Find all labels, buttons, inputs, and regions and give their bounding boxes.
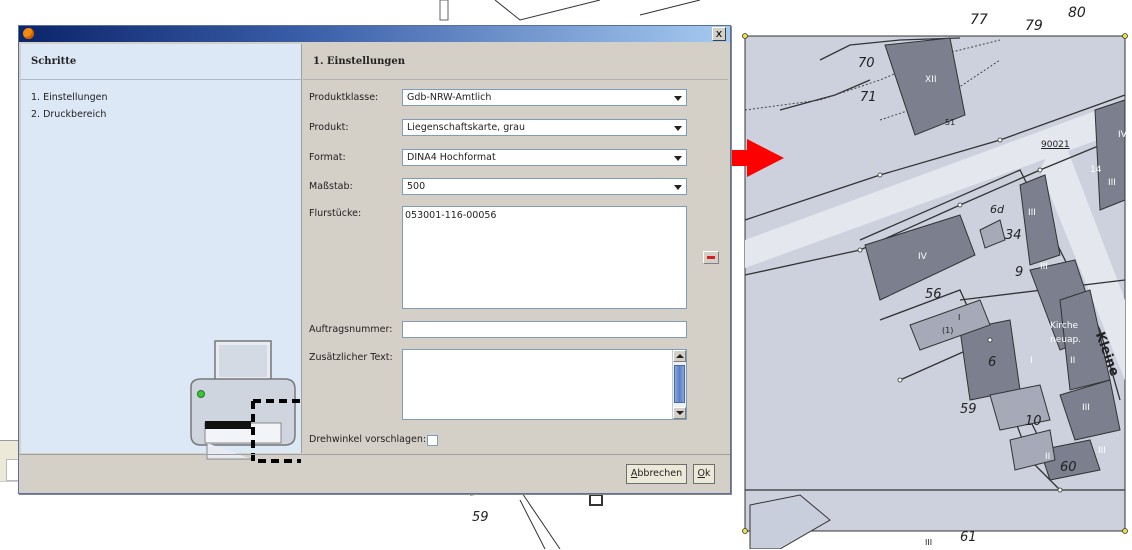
minus-icon xyxy=(707,256,715,259)
map-label: 77 xyxy=(970,12,988,28)
map-label: 51 xyxy=(945,118,956,127)
produktklasse-value: Gdb-NRW-Amtlich xyxy=(407,92,492,103)
scroll-up-button[interactable] xyxy=(673,350,686,362)
map-label: 56 xyxy=(925,287,942,302)
map-label: IV xyxy=(918,252,927,262)
format-label: Format: xyxy=(309,152,346,163)
map-label: 59 xyxy=(960,402,977,417)
massstab-select[interactable]: 500 xyxy=(402,178,687,195)
map-label: III xyxy=(1040,262,1048,272)
produkt-label: Produkt: xyxy=(309,122,349,133)
content-title: 1. Einstellungen xyxy=(313,56,405,67)
map-label: III xyxy=(1028,208,1036,218)
zusaetzlicher-text-label: Zusätzlicher Text: xyxy=(309,352,393,363)
map-label: 59 xyxy=(472,510,489,525)
map-label: III xyxy=(1108,178,1116,188)
map-label: 60 xyxy=(1060,460,1077,475)
ok-button[interactable]: Ok xyxy=(693,464,715,484)
map-label: III xyxy=(1082,403,1090,413)
chevron-down-icon xyxy=(674,185,682,190)
map-label: 14 xyxy=(1090,165,1102,175)
chevron-down-icon xyxy=(674,126,682,131)
drehwinkel-checkbox[interactable] xyxy=(427,435,438,446)
auftragsnummer-input[interactable] xyxy=(402,321,687,338)
map-label: III xyxy=(1098,446,1106,456)
close-button[interactable]: x xyxy=(712,27,726,41)
map-label: 70 xyxy=(858,56,875,71)
format-select[interactable]: DINA4 Hochformat xyxy=(402,149,687,166)
produktklasse-select[interactable]: Gdb-NRW-Amtlich xyxy=(402,89,687,106)
map-label: neuap. xyxy=(1050,335,1082,345)
step-druckbereich: 2. Druckbereich xyxy=(31,109,107,120)
produkt-value: Liegenschaftskarte, grau xyxy=(407,122,525,133)
zusaetzlicher-text-area[interactable] xyxy=(402,349,687,420)
scroll-down-button[interactable] xyxy=(673,407,686,419)
map-label: 90021 xyxy=(1041,140,1070,150)
map-label: Kirche xyxy=(1050,321,1079,331)
map-label: 6 xyxy=(988,355,997,370)
map-label: II xyxy=(1045,452,1051,462)
step-einstellungen: 1. Einstellungen xyxy=(31,92,108,103)
scrollbar-thumb[interactable] xyxy=(674,365,685,403)
map-label: 71 xyxy=(860,90,877,105)
chevron-down-icon xyxy=(674,96,682,101)
auftragsnummer-label: Auftragsnummer: xyxy=(309,324,393,335)
map-label: 10 xyxy=(1025,414,1042,429)
map-label: XII xyxy=(925,75,937,85)
steps-title: Schritte xyxy=(31,56,77,67)
map-label: III xyxy=(925,538,933,547)
map-label: (1) xyxy=(942,326,954,335)
map-label: I xyxy=(958,313,961,322)
map-label: 9 xyxy=(1015,265,1024,280)
map-label: 61 xyxy=(960,530,977,545)
vertical-scrollbar[interactable] xyxy=(672,350,686,419)
print-dialog: x Schritte 1. Einstellungen 2. Druckbere… xyxy=(18,25,731,494)
map-label: 79 xyxy=(1025,18,1043,34)
map-label: 6d xyxy=(990,203,1004,216)
steps-header: Schritte xyxy=(21,44,301,80)
steps-pane: Schritte 1. Einstellungen 2. Druckbereic… xyxy=(21,44,302,463)
flurstuecke-list[interactable]: 053001-116-00056 xyxy=(402,206,687,309)
map-label: 80 xyxy=(1068,5,1086,21)
app-icon xyxy=(23,28,34,39)
chevron-down-icon xyxy=(674,156,682,161)
cancel-button[interactable]: Abbrechen xyxy=(626,464,687,484)
drehwinkel-label: Drehwinkel vorschlagen: xyxy=(309,434,427,445)
flurstuecke-label: Flurstücke: xyxy=(309,208,362,219)
content-header: 1. Einstellungen xyxy=(303,44,728,80)
massstab-value: 500 xyxy=(407,181,426,192)
produktklasse-label: Produktklasse: xyxy=(309,92,379,103)
remove-flurstueck-button[interactable] xyxy=(703,251,719,264)
printer-icon xyxy=(190,340,301,463)
produkt-select[interactable]: Liegenschaftskarte, grau xyxy=(402,119,687,136)
dialog-titlebar[interactable]: x xyxy=(19,26,730,42)
map-label: IV xyxy=(1118,130,1127,140)
map-label: I xyxy=(1030,356,1033,366)
format-value: DINA4 Hochformat xyxy=(407,152,496,163)
button-bar-divider xyxy=(19,454,730,455)
map-label: II xyxy=(1070,356,1076,366)
map-label: 34 xyxy=(1005,228,1022,243)
massstab-label: Maßstab: xyxy=(309,181,353,192)
list-item[interactable]: 053001-116-00056 xyxy=(405,210,496,221)
